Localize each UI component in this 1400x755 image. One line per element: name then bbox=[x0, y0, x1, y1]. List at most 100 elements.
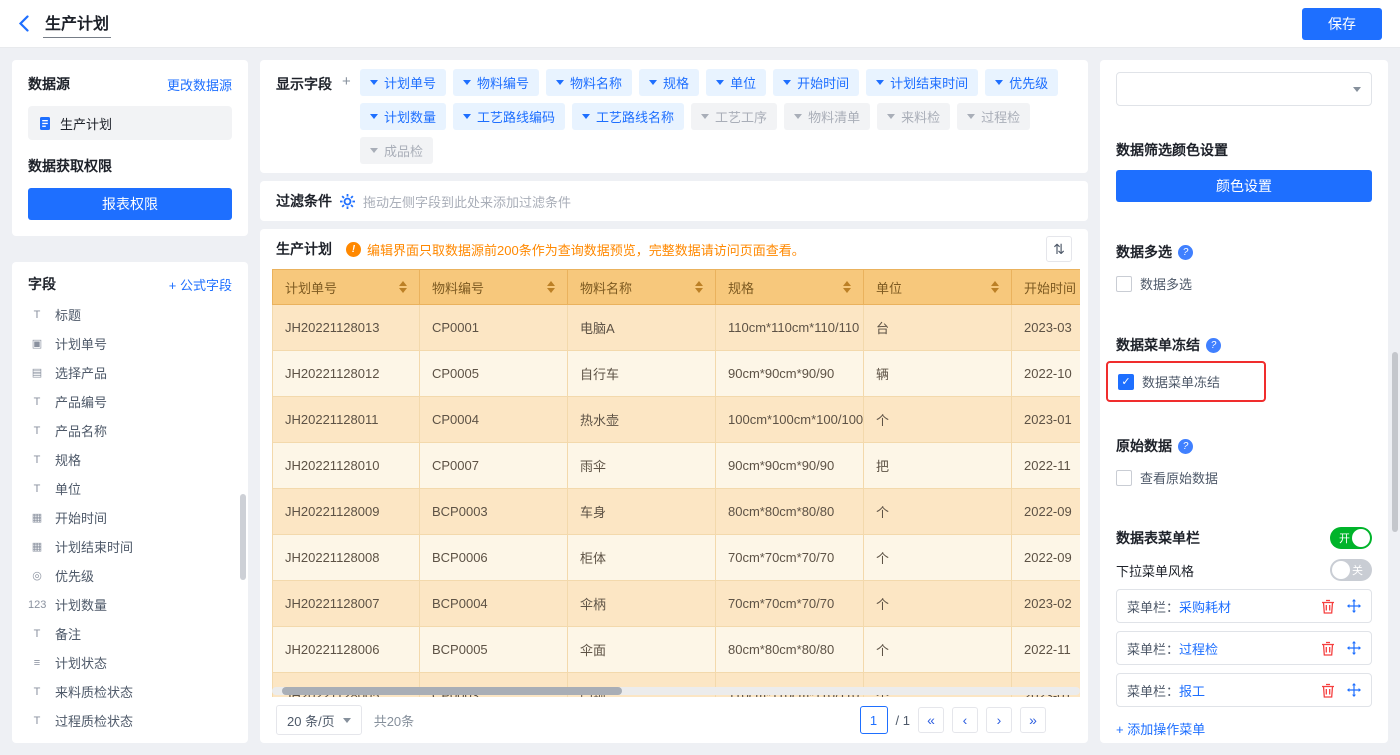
display-field-chip[interactable]: 规格 bbox=[639, 69, 699, 96]
field-item[interactable]: T产品编号 bbox=[28, 387, 232, 416]
display-fields-card: 显示字段 + 计划单号物料编号物料名称规格单位开始时间计划结束时间优先级计划数量… bbox=[260, 60, 1088, 173]
display-field-chip-inactive[interactable]: 物料清单 bbox=[784, 103, 870, 130]
display-field-chip-inactive[interactable]: 来料检 bbox=[877, 103, 950, 130]
move-icon[interactable] bbox=[1347, 683, 1361, 697]
delete-icon[interactable] bbox=[1321, 599, 1335, 614]
checkbox-icon[interactable]: ✓ bbox=[1118, 374, 1134, 390]
page-indicator: / 1 bbox=[896, 713, 910, 728]
menu-item-name[interactable]: 报工 bbox=[1179, 681, 1205, 700]
help-icon[interactable]: ? bbox=[1206, 338, 1221, 353]
delete-icon[interactable] bbox=[1321, 683, 1335, 698]
display-field-chip[interactable]: 物料名称 bbox=[546, 69, 632, 96]
display-field-chip[interactable]: 物料编号 bbox=[453, 69, 539, 96]
raw-data-checkbox-row[interactable]: 查看原始数据 bbox=[1116, 468, 1372, 487]
display-field-chip[interactable]: 工艺路线名称 bbox=[572, 103, 684, 130]
column-header[interactable]: 单位 bbox=[864, 269, 1012, 305]
gear-icon[interactable] bbox=[340, 194, 355, 209]
save-button[interactable]: 保存 bbox=[1302, 8, 1382, 40]
table-row[interactable]: JH20221128011CP0004热水壶100cm*100cm*100/10… bbox=[272, 397, 1080, 443]
column-sort-icon[interactable] bbox=[547, 281, 555, 293]
chip-label: 过程检 bbox=[981, 107, 1020, 126]
field-item[interactable]: T产品名称 bbox=[28, 416, 232, 445]
field-item[interactable]: ▦计划结束时间 bbox=[28, 532, 232, 561]
multi-select-checkbox-row[interactable]: 数据多选 bbox=[1116, 274, 1372, 293]
field-item[interactable]: ◎优先级 bbox=[28, 561, 232, 590]
column-header[interactable]: 规格 bbox=[716, 269, 864, 305]
delete-icon[interactable] bbox=[1321, 641, 1335, 656]
field-item[interactable]: ▤选择产品 bbox=[28, 358, 232, 387]
table-row[interactable]: JH20221128008BCP0006柜体70cm*70cm*70/70个20… bbox=[272, 535, 1080, 581]
first-page-button[interactable]: « bbox=[918, 707, 944, 733]
help-icon[interactable]: ? bbox=[1178, 245, 1193, 260]
dropdown-style-toggle[interactable]: 关 bbox=[1330, 559, 1372, 581]
field-item[interactable]: T过程质检状态 bbox=[28, 706, 232, 735]
field-item[interactable]: T来料质检状态 bbox=[28, 677, 232, 706]
display-field-chip-inactive[interactable]: 工艺工序 bbox=[691, 103, 777, 130]
column-sort-icon[interactable] bbox=[843, 281, 851, 293]
table-row[interactable]: JH20221128006BCP0005伞面80cm*80cm*80/80个20… bbox=[272, 627, 1080, 673]
color-settings-button[interactable]: 颜色设置 bbox=[1116, 170, 1372, 202]
page-title[interactable]: 生产计划 bbox=[43, 10, 111, 38]
menu-item-name[interactable]: 过程检 bbox=[1179, 639, 1218, 658]
fields-scrollbar[interactable] bbox=[240, 494, 246, 580]
display-field-chip[interactable]: 优先级 bbox=[985, 69, 1058, 96]
report-permission-button[interactable]: 报表权限 bbox=[28, 188, 232, 220]
field-item[interactable]: T标题 bbox=[28, 300, 232, 329]
move-icon[interactable] bbox=[1347, 599, 1361, 613]
checkbox-icon[interactable] bbox=[1116, 276, 1132, 292]
field-item[interactable]: T规格 bbox=[28, 445, 232, 474]
help-icon[interactable]: ? bbox=[1178, 439, 1193, 454]
table-row[interactable]: JH20221128013CP0001电脑A110cm*110cm*110/11… bbox=[272, 305, 1080, 351]
display-field-chip-inactive[interactable]: 过程检 bbox=[957, 103, 1030, 130]
chip-label: 开始时间 bbox=[797, 73, 849, 92]
display-field-chip[interactable]: 计划数量 bbox=[360, 103, 446, 130]
display-field-chip[interactable]: 工艺路线编码 bbox=[453, 103, 565, 130]
page-scrollbar[interactable] bbox=[1392, 352, 1398, 532]
change-datasource-link[interactable]: 更改数据源 bbox=[167, 75, 232, 94]
table-row[interactable]: JH20221128010CP0007雨伞90cm*90cm*90/90把202… bbox=[272, 443, 1080, 489]
chevron-down-icon bbox=[370, 148, 378, 153]
add-menu-link[interactable]: + 添加操作菜单 bbox=[1116, 719, 1205, 738]
display-field-chip[interactable]: 开始时间 bbox=[773, 69, 859, 96]
column-sort-icon[interactable] bbox=[991, 281, 999, 293]
page-size-select[interactable]: 20 条/页 bbox=[276, 705, 362, 735]
table-sort-button[interactable]: ⇅ bbox=[1046, 236, 1072, 262]
column-header[interactable]: 物料名称 bbox=[568, 269, 716, 305]
last-page-button[interactable]: » bbox=[1020, 707, 1046, 733]
table-row[interactable]: JH20221128009BCP0003车身80cm*80cm*80/80个20… bbox=[272, 489, 1080, 535]
menu-freeze-checkbox-row[interactable]: ✓ 数据菜单冻结 bbox=[1118, 372, 1254, 391]
field-item[interactable]: ▦开始时间 bbox=[28, 503, 232, 532]
field-item[interactable]: 123计划数量 bbox=[28, 590, 232, 619]
display-field-chip[interactable]: 单位 bbox=[706, 69, 766, 96]
column-header[interactable]: 计划单号 bbox=[272, 269, 420, 305]
table-cell: 电脑A bbox=[568, 305, 716, 351]
add-display-field-button[interactable]: + bbox=[342, 74, 351, 91]
field-item[interactable]: ≡计划状态 bbox=[28, 648, 232, 677]
column-sort-icon[interactable] bbox=[695, 281, 703, 293]
horizontal-scrollbar-thumb[interactable] bbox=[282, 687, 622, 695]
current-page-input[interactable]: 1 bbox=[860, 706, 888, 734]
table-row[interactable]: JH20221128007BCP0004伞柄70cm*70cm*70/70个20… bbox=[272, 581, 1080, 627]
datasource-item[interactable]: 生产计划 bbox=[28, 106, 232, 140]
menu-item-name[interactable]: 采购耗材 bbox=[1179, 597, 1231, 616]
field-item[interactable]: T单位 bbox=[28, 474, 232, 503]
column-header[interactable]: 物料编号 bbox=[420, 269, 568, 305]
field-item[interactable]: ▣计划单号 bbox=[28, 329, 232, 358]
display-field-chip[interactable]: 计划单号 bbox=[360, 69, 446, 96]
display-field-chip-inactive[interactable]: 成品检 bbox=[360, 137, 433, 164]
back-button[interactable] bbox=[18, 15, 29, 32]
chevron-down-icon bbox=[794, 114, 802, 119]
prev-page-button[interactable]: ‹ bbox=[952, 707, 978, 733]
checkbox-icon[interactable] bbox=[1116, 470, 1132, 486]
move-icon[interactable] bbox=[1347, 641, 1361, 655]
formula-field-link[interactable]: + 公式字段 bbox=[169, 275, 232, 294]
linked-page-select[interactable] bbox=[1116, 72, 1372, 106]
column-sort-icon[interactable] bbox=[399, 281, 407, 293]
next-page-button[interactable]: › bbox=[986, 707, 1012, 733]
display-field-chip[interactable]: 计划结束时间 bbox=[866, 69, 978, 96]
column-header[interactable]: 开始时间 bbox=[1012, 269, 1080, 305]
menubar-toggle[interactable]: 开 bbox=[1330, 527, 1372, 549]
filter-card: 过滤条件 拖动左侧字段到此处来添加过滤条件 bbox=[260, 181, 1088, 221]
field-item[interactable]: T备注 bbox=[28, 619, 232, 648]
table-row[interactable]: JH20221128012CP0005自行车90cm*90cm*90/90辆20… bbox=[272, 351, 1080, 397]
